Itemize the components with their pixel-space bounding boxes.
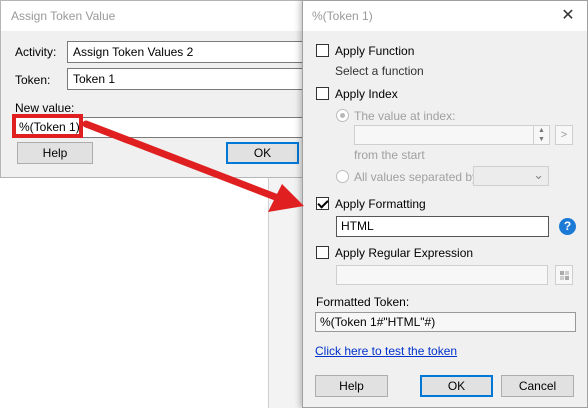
apply-formatting-label: Apply Formatting	[335, 197, 426, 211]
next-index-button[interactable]: >	[555, 125, 573, 145]
apply-function-label: Apply Function	[335, 44, 415, 58]
formatted-token-field[interactable]: %(Token 1#"HTML"#)	[315, 312, 576, 332]
select-function-text: Select a function	[335, 64, 424, 78]
token-label: Token:	[15, 73, 51, 87]
all-values-radio[interactable]	[336, 170, 349, 183]
apply-regex-checkbox[interactable]	[316, 246, 329, 259]
dialog-titlebar: Assign Token Value	[1, 1, 309, 31]
help-button[interactable]: Help	[17, 142, 93, 164]
index-stepper[interactable]: ▲ ▼	[354, 125, 550, 145]
spin-up-icon[interactable]: ▲	[534, 126, 549, 135]
apply-formatting-checkbox[interactable]	[316, 197, 329, 210]
all-values-label: All values separated by:	[354, 170, 482, 184]
dialog-titlebar: %(Token 1) ✕	[303, 1, 587, 31]
formatting-input[interactable]: HTML	[336, 216, 549, 237]
assign-token-dialog: Assign Token Value Activity: Assign Toke…	[0, 0, 311, 178]
background-panel	[268, 178, 304, 408]
chevron-down-icon: ⌄	[533, 167, 544, 182]
separator-dropdown[interactable]: ⌄	[473, 166, 549, 186]
dialog-title: Assign Token Value	[11, 9, 116, 23]
formatted-token-label: Formatted Token:	[316, 295, 410, 309]
token-field[interactable]: Token 1	[67, 68, 311, 90]
value-at-index-label: The value at index:	[354, 109, 456, 123]
help-circle-icon[interactable]: ?	[559, 218, 576, 235]
new-value-label: New value:	[15, 101, 75, 115]
close-icon[interactable]: ✕	[555, 5, 581, 27]
value-at-index-radio[interactable]	[336, 109, 349, 122]
cancel-button[interactable]: Cancel	[501, 375, 574, 397]
apply-index-label: Apply Index	[335, 87, 398, 101]
activity-label: Activity:	[15, 45, 57, 59]
regex-input[interactable]	[336, 265, 548, 285]
token-format-dialog: %(Token 1) ✕ Apply Function Select a fun…	[302, 0, 588, 408]
test-token-link[interactable]: Click here to test the token	[315, 344, 457, 358]
ok-button[interactable]: OK	[420, 375, 493, 397]
from-start-text: from the start	[354, 148, 425, 162]
highlight-box	[12, 114, 83, 138]
apply-regex-label: Apply Regular Expression	[335, 246, 474, 260]
apply-index-checkbox[interactable]	[316, 87, 329, 100]
dialog-title: %(Token 1)	[312, 9, 373, 23]
apply-function-checkbox[interactable]	[316, 44, 329, 57]
ok-button[interactable]: OK	[226, 142, 299, 164]
activity-field[interactable]: Assign Token Values 2	[67, 41, 311, 63]
help-button[interactable]: Help	[315, 375, 388, 397]
regex-builder-button[interactable]	[555, 265, 573, 285]
spin-down-icon[interactable]: ▼	[534, 135, 549, 144]
